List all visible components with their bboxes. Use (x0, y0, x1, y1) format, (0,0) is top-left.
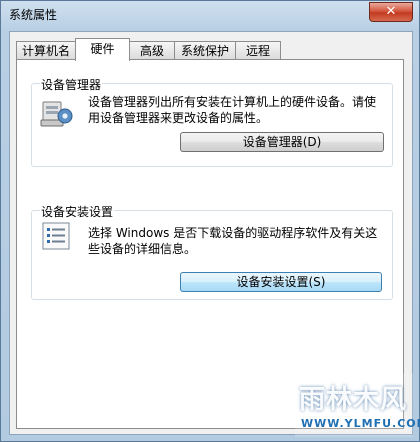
device-manager-group: 设备管理器 设备管理器列出所有安装在计算机上的硬件设备。请使用设备管理器来更改设… (31, 76, 393, 167)
tab-advanced[interactable]: 高级 (129, 41, 175, 59)
tab-computer-name[interactable]: 计算机名 (16, 41, 76, 59)
window-title: 系统属性 (9, 8, 58, 22)
watermark-logo: 雨林木风 WWW.YLMFU.COM (295, 373, 420, 437)
title-bar[interactable]: 系统属性 ✕ (1, 1, 419, 31)
close-icon: ✕ (385, 4, 397, 19)
checklist-icon (40, 221, 74, 255)
system-properties-window: 系统属性 ✕ 计算机名 硬件 高级 系统保护 远程 设备管理器 设备管理器列出所… (0, 0, 420, 442)
device-manager-title: 设备管理器 (40, 76, 103, 93)
device-install-description: 选择 Windows 是否下载设备的驱动程序软件及有关这些设备的详细信息。 (88, 226, 378, 256)
device-install-group: 设备安装设置 选择 Windows 是否下载设备的驱动程序软件及有关这些设备的详… (31, 203, 393, 300)
device-install-button[interactable]: 设备安装设置(S) (180, 272, 382, 292)
device-install-title: 设备安装设置 (40, 203, 115, 220)
device-manager-description: 设备管理器列出所有安装在计算机上的硬件设备。请使用设备管理器来更改设备的属性。 (88, 95, 377, 125)
tab-system-protection[interactable]: 系统保护 (174, 41, 236, 59)
computer-settings-icon (40, 96, 74, 130)
close-button[interactable]: ✕ (369, 2, 413, 22)
tab-hardware[interactable]: 硬件 (75, 38, 130, 61)
device-manager-button[interactable]: 设备管理器(D) (180, 132, 384, 152)
watermark-text: 雨林木风 (299, 385, 408, 415)
tab-remote[interactable]: 远程 (235, 41, 281, 59)
watermark-url: WWW.YLMFU.COM (301, 417, 420, 430)
